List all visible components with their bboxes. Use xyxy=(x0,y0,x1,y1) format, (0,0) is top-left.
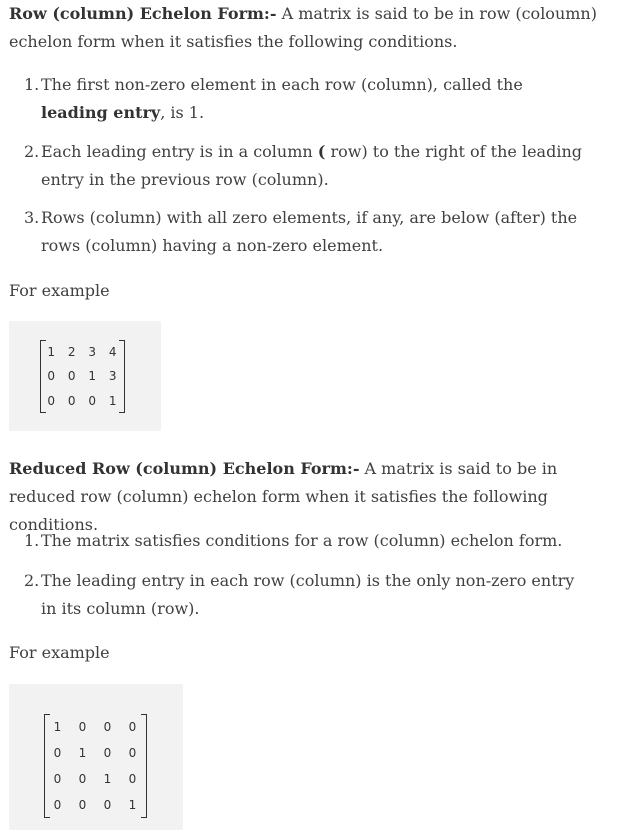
matrix-cell: 2 xyxy=(67,345,76,359)
matrix-cell: 0 xyxy=(78,720,87,734)
matrix-cell: 1 xyxy=(78,746,87,760)
matrix-cell: 0 xyxy=(53,746,62,760)
echelon-heading: Row (column) Echelon Form:- xyxy=(9,4,277,23)
matrix-row: 0 1 0 0 xyxy=(45,740,145,766)
matrix-cell: 1 xyxy=(47,345,56,359)
matrix-cell: 4 xyxy=(108,345,117,359)
matrix-cell: 0 xyxy=(128,746,137,760)
list-text: The matrix satisfies conditions for a ro… xyxy=(41,531,563,550)
list-item: 2. Each leading entry is in a column ( r… xyxy=(24,138,584,194)
matrix-cell: 1 xyxy=(53,720,62,734)
matrix-row: 1234 xyxy=(41,340,123,364)
matrix-row: 0 0 1 0 xyxy=(45,766,145,792)
matrix-cell: 0 xyxy=(53,798,62,812)
list-text: The leading entry in each row (column) i… xyxy=(41,571,575,618)
article: Row (column) Echelon Form:- A matrix is … xyxy=(0,0,617,830)
matrix-cell: 3 xyxy=(88,345,97,359)
matrix-cell: 1 xyxy=(103,772,112,786)
matrix-row: 1 0 0 0 xyxy=(45,714,145,740)
matrix-cell: 3 xyxy=(108,369,117,384)
list-number: 3. xyxy=(24,208,40,227)
matrix-cell: 0 xyxy=(103,798,112,812)
matrix-cell: 0 xyxy=(78,798,87,812)
matrix-figure: 123400130001 xyxy=(9,321,161,431)
matrix-cell: 1 xyxy=(88,369,97,384)
matrix-row: 0001 xyxy=(41,389,123,413)
list-item: 1. The first non-zero element in each ro… xyxy=(24,71,584,127)
echelon-definition: Row (column) Echelon Form:- A matrix is … xyxy=(9,0,609,56)
reduced-echelon-heading: Reduced Row (column) Echelon Form:- xyxy=(9,459,360,478)
matrix-cell: 0 xyxy=(67,369,76,384)
list-number: 1. xyxy=(24,531,40,550)
matrix-cell: 0 xyxy=(103,720,112,734)
matrix-cell: 1 xyxy=(108,393,117,408)
list-number: 1. xyxy=(24,75,40,94)
list-text: The first non-zero element in each row (… xyxy=(41,75,523,94)
list-item: 1. The matrix satisfies conditions for a… xyxy=(24,527,584,555)
example-label: For example xyxy=(9,281,110,300)
list-number: 2. xyxy=(24,142,40,161)
matrix-row: 0 0 0 1 xyxy=(45,792,145,818)
matrix-cell: 0 xyxy=(128,720,137,734)
example-label: For example xyxy=(9,643,110,662)
matrix-cell: 0 xyxy=(67,393,76,408)
matrix-cell: 1 xyxy=(128,798,137,812)
matrix-row: 0013 xyxy=(41,364,123,388)
list-text: Each leading entry is in a column xyxy=(41,142,318,161)
matrix-cell: 0 xyxy=(47,393,56,408)
matrix-cell: 0 xyxy=(78,772,87,786)
reduced-echelon-matrix: 1 0 0 0 0 1 0 0 0 0 1 0 0 0 0 1 xyxy=(43,714,147,818)
list-text: Rows (column) with all zero elements, if… xyxy=(41,208,578,255)
matrix-cell: 0 xyxy=(88,393,97,408)
matrix-figure: 1 0 0 0 0 1 0 0 0 0 1 0 0 0 0 1 xyxy=(9,684,183,830)
list-item: 3. Rows (column) with all zero elements,… xyxy=(24,204,584,260)
list-item: 2. The leading entry in each row (column… xyxy=(24,567,584,623)
echelon-matrix: 123400130001 xyxy=(39,340,125,413)
matrix-cell: 0 xyxy=(47,369,56,384)
matrix-cell: 0 xyxy=(128,772,137,786)
matrix-cell: 0 xyxy=(53,772,62,786)
matrix-cell: 0 xyxy=(103,746,112,760)
list-text: , is 1. xyxy=(160,103,205,122)
leading-entry-term: leading entry xyxy=(41,103,161,122)
list-number: 2. xyxy=(24,571,40,590)
